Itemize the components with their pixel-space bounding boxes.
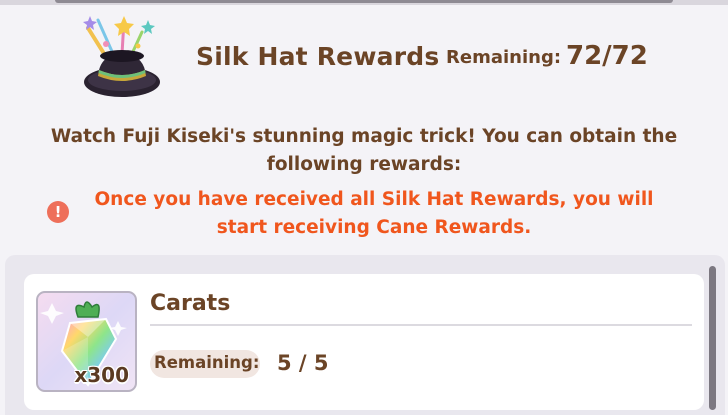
warning-text: Once you have received all Silk Hat Rewa…	[94, 189, 654, 238]
magic-silk-hat-icon	[83, 16, 160, 97]
remaining-count: 72/72	[566, 41, 648, 71]
description-text: Watch Fuji Kiseki's stunning magic trick…	[50, 126, 678, 175]
reward-quantity: x300	[74, 363, 129, 387]
remaining-label: Remaining:	[446, 47, 562, 68]
top-edge	[0, 0, 728, 5]
page-title: Silk Hat Rewards	[196, 42, 440, 71]
reward-name: Carats	[150, 291, 231, 316]
exclamation-icon: !	[47, 201, 69, 223]
reward-remaining-label: Remaining:	[154, 353, 260, 372]
reward-remaining-value: 5 / 5	[277, 351, 329, 375]
scrollbar[interactable]	[709, 266, 716, 410]
divider	[150, 324, 692, 326]
reward-item-frame[interactable]: x300	[36, 291, 137, 392]
